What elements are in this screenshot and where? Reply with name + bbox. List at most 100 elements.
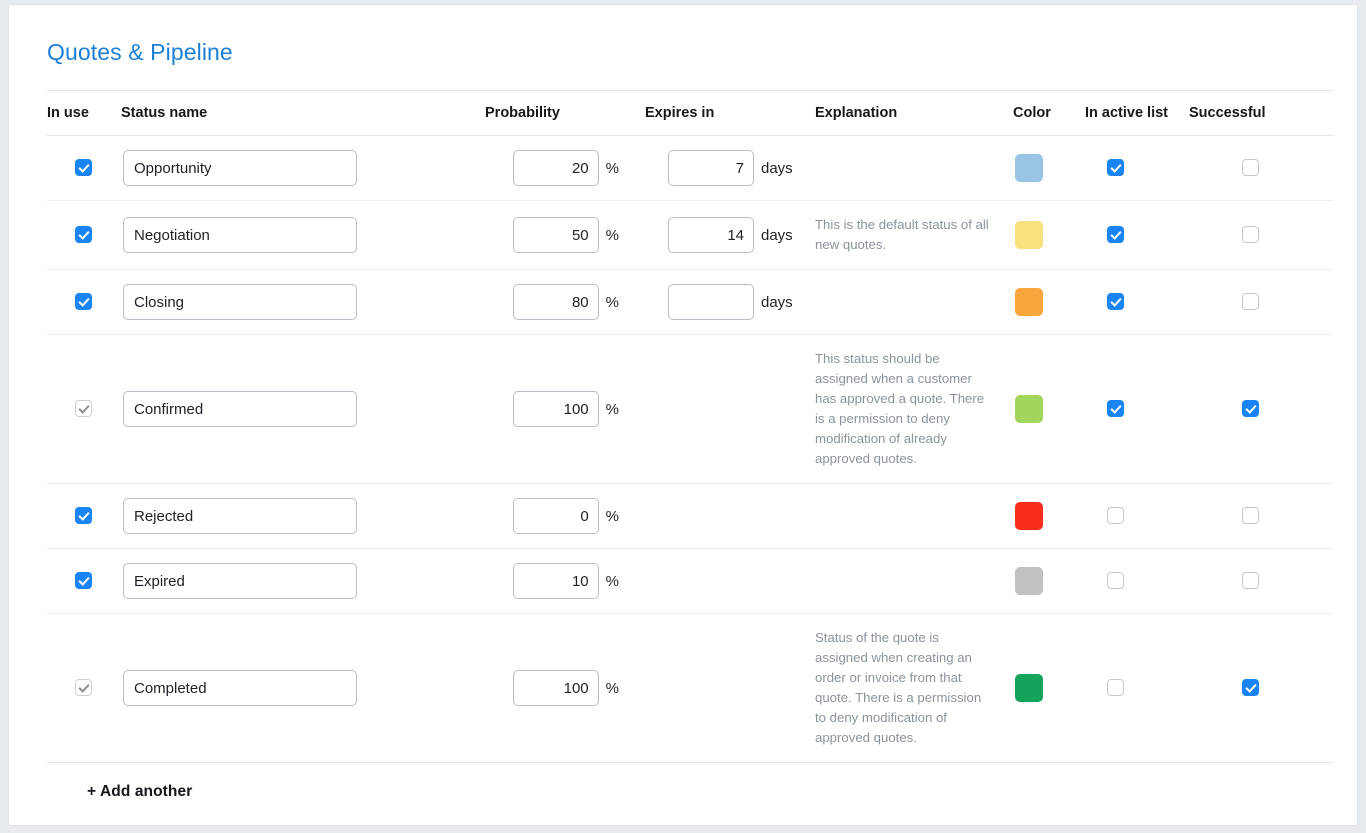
probability-input[interactable]	[512, 284, 599, 320]
cell-successful	[1189, 135, 1333, 201]
probability-field: %	[485, 670, 619, 706]
in-use-checkbox[interactable]	[75, 293, 92, 311]
in-active-list-checkbox[interactable]	[1107, 400, 1124, 418]
table-row: %	[47, 483, 1333, 549]
column-header-in-active-list: In active list	[1085, 90, 1189, 136]
page-title: Quotes & Pipeline	[47, 39, 233, 65]
add-another-row: + Add another	[47, 763, 1333, 802]
cell-in-use	[47, 200, 121, 270]
color-swatch[interactable]	[1015, 395, 1043, 423]
successful-checkbox[interactable]	[1242, 572, 1259, 590]
table-row: % Status of the quote is assigned when cr…	[47, 613, 1333, 763]
color-swatch[interactable]	[1015, 221, 1043, 249]
in-active-list-checkbox[interactable]	[1107, 507, 1124, 525]
cell-in-use	[47, 613, 121, 763]
in-active-list-checkbox[interactable]	[1107, 159, 1124, 177]
expires-in-input[interactable]	[668, 217, 754, 253]
status-name-input[interactable]	[123, 150, 357, 186]
cell-color	[1013, 483, 1085, 549]
probability-input[interactable]	[512, 670, 599, 706]
quote-status-table: In use Status name Probability Expires i…	[47, 90, 1333, 801]
probability-input[interactable]	[512, 563, 599, 599]
in-use-checkbox[interactable]	[75, 507, 92, 525]
status-name-input[interactable]	[123, 391, 357, 427]
cell-explanation: This status should be assigned when a cu…	[815, 334, 1013, 484]
cell-expires-in	[645, 548, 815, 614]
successful-checkbox[interactable]	[1242, 507, 1259, 525]
cell-color	[1013, 200, 1085, 270]
column-header-successful: Successful	[1189, 90, 1333, 136]
color-swatch[interactable]	[1015, 567, 1043, 595]
percent-unit-label: %	[605, 507, 619, 525]
table-header: In use Status name Probability Expires i…	[47, 90, 1333, 136]
table-row: %	[47, 548, 1333, 614]
settings-card: Quotes & Pipeline In use Status name Pro…	[8, 4, 1358, 826]
cell-expires-in: days	[645, 135, 815, 201]
probability-input[interactable]	[512, 217, 599, 253]
cell-successful	[1189, 613, 1333, 763]
cell-in-use	[47, 334, 121, 484]
successful-checkbox[interactable]	[1242, 679, 1259, 697]
probability-input[interactable]	[512, 150, 599, 186]
probability-input[interactable]	[512, 391, 599, 427]
table-body: % days% days This is the default status of …	[47, 135, 1333, 763]
in-active-list-checkbox[interactable]	[1107, 226, 1124, 244]
cell-successful	[1189, 548, 1333, 614]
cell-in-active-list	[1085, 334, 1189, 484]
cell-color	[1013, 548, 1085, 614]
successful-checkbox[interactable]	[1242, 400, 1259, 418]
status-name-input[interactable]	[123, 670, 357, 706]
cell-expires-in: days	[645, 200, 815, 270]
successful-checkbox[interactable]	[1242, 293, 1259, 311]
percent-unit-label: %	[605, 400, 619, 418]
status-name-input[interactable]	[123, 563, 357, 599]
in-use-checkbox[interactable]	[75, 159, 92, 177]
explanation-text: This is the default status of all new qu…	[815, 217, 989, 252]
color-swatch[interactable]	[1015, 154, 1043, 182]
status-name-input[interactable]	[123, 217, 357, 253]
in-active-list-checkbox[interactable]	[1107, 679, 1124, 697]
cell-expires-in	[645, 613, 815, 763]
probability-field: %	[485, 498, 619, 534]
cell-in-use	[47, 135, 121, 201]
in-use-checkbox[interactable]	[75, 572, 92, 590]
successful-checkbox[interactable]	[1242, 159, 1259, 177]
cell-successful	[1189, 269, 1333, 335]
add-another-button[interactable]: + Add another	[47, 783, 192, 801]
cell-expires-in	[645, 483, 815, 549]
color-swatch[interactable]	[1015, 502, 1043, 530]
cell-explanation	[815, 269, 1013, 335]
probability-field: %	[485, 284, 619, 320]
probability-input[interactable]	[512, 498, 599, 534]
cell-in-active-list	[1085, 135, 1189, 201]
cell-expires-in	[645, 334, 815, 484]
cell-color	[1013, 334, 1085, 484]
cell-explanation	[815, 135, 1013, 201]
cell-status-name	[121, 200, 485, 270]
add-another-cell: + Add another	[47, 763, 1333, 802]
in-active-list-checkbox[interactable]	[1107, 293, 1124, 311]
status-name-input[interactable]	[123, 498, 357, 534]
status-name-input[interactable]	[123, 284, 357, 320]
table-footer: + Add another	[47, 763, 1333, 802]
cell-probability: %	[485, 548, 645, 614]
color-swatch[interactable]	[1015, 674, 1043, 702]
probability-field: %	[485, 391, 619, 427]
expires-in-field: days	[645, 217, 795, 253]
percent-unit-label: %	[605, 159, 619, 177]
cell-successful	[1189, 483, 1333, 549]
percent-unit-label: %	[605, 293, 619, 311]
explanation-text: Status of the quote is assigned when cre…	[815, 630, 982, 745]
cell-in-active-list	[1085, 269, 1189, 335]
table-header-row: In use Status name Probability Expires i…	[47, 90, 1333, 136]
column-header-explanation: Explanation	[815, 90, 1013, 136]
expires-in-input[interactable]	[668, 150, 754, 186]
expires-in-input[interactable]	[668, 284, 754, 320]
table-row: % This status should be assigned when a c…	[47, 334, 1333, 484]
cell-explanation	[815, 548, 1013, 614]
color-swatch[interactable]	[1015, 288, 1043, 316]
successful-checkbox[interactable]	[1242, 226, 1259, 244]
in-use-checkbox[interactable]	[75, 226, 92, 244]
in-active-list-checkbox[interactable]	[1107, 572, 1124, 590]
cell-in-active-list	[1085, 548, 1189, 614]
